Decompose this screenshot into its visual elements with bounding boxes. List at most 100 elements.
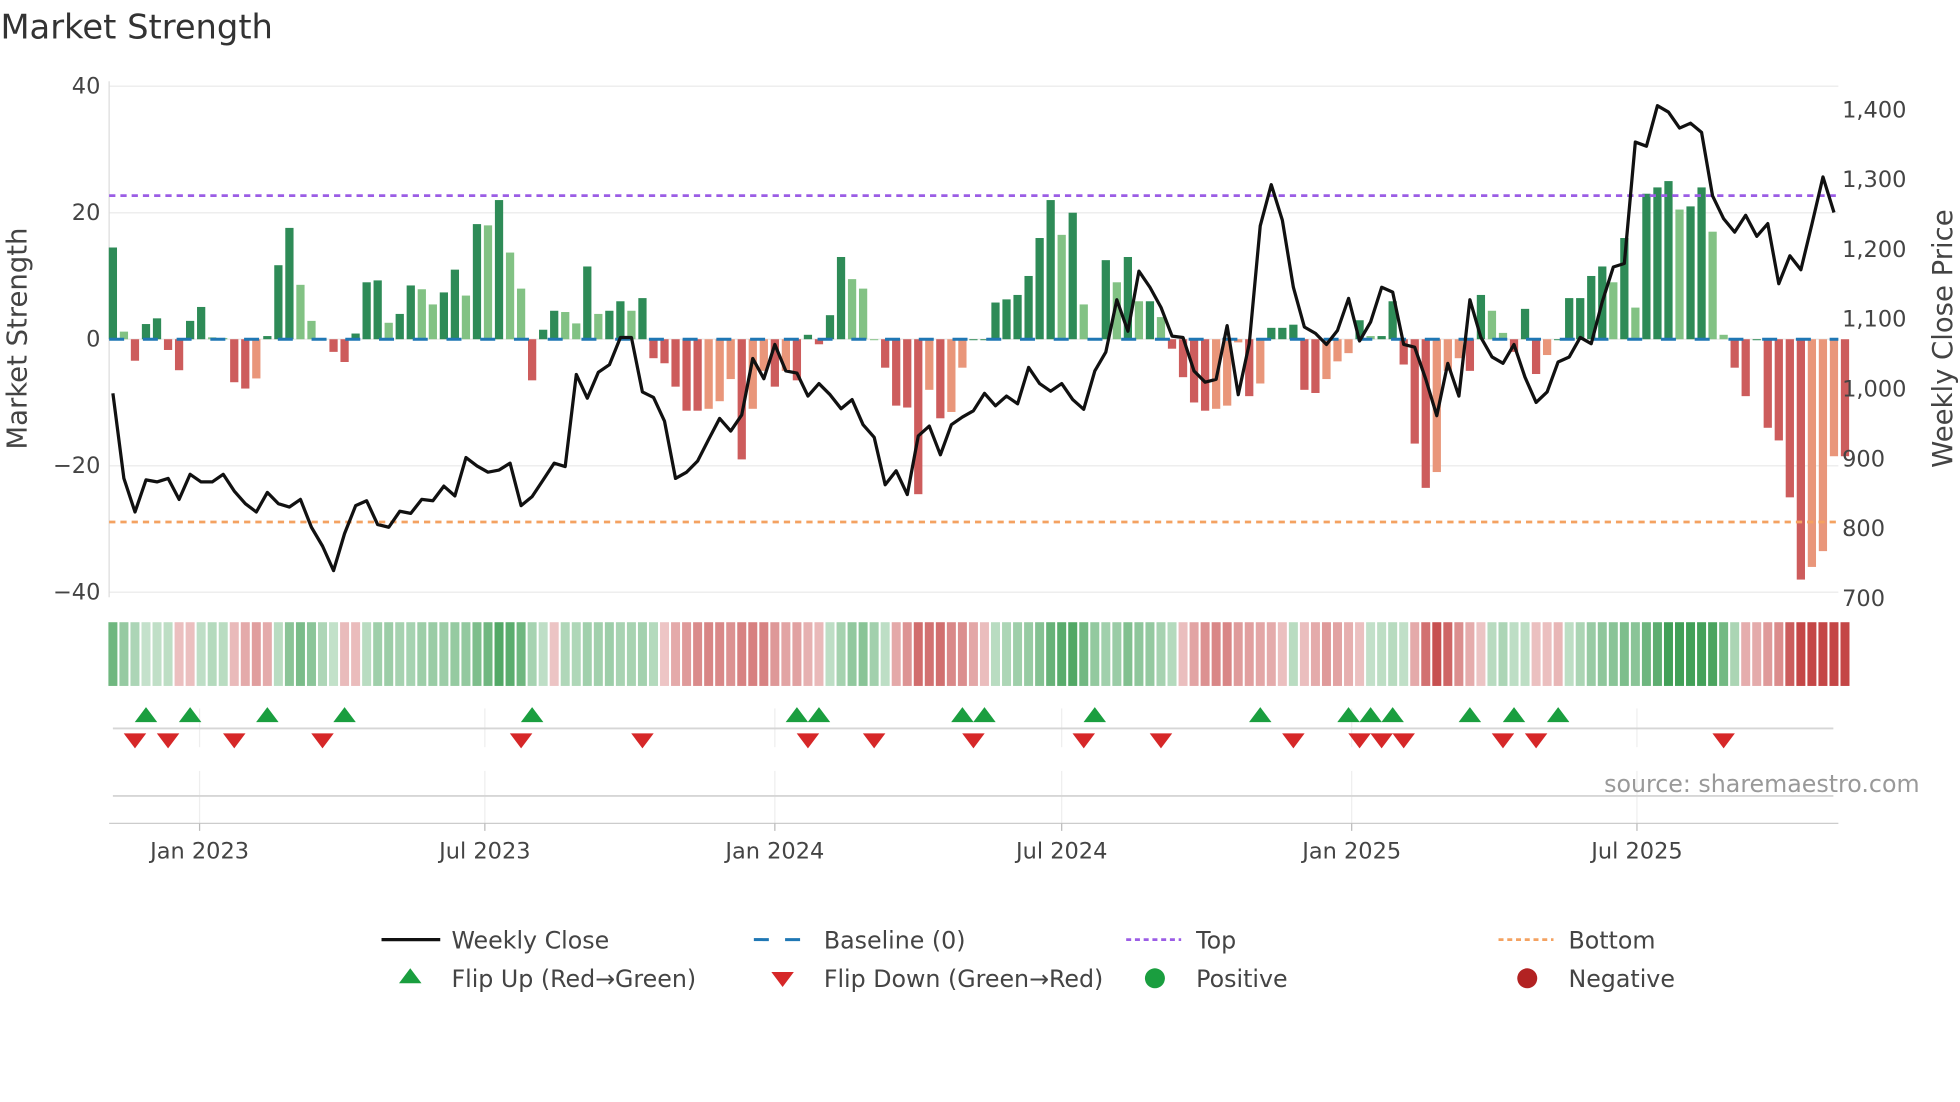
- strip-cell: [1608, 622, 1618, 686]
- strip-cell: [295, 622, 305, 686]
- strip-cell: [1597, 622, 1607, 686]
- strength-bar: [704, 339, 713, 409]
- strength-bar: [561, 312, 570, 340]
- strength-bar: [1653, 187, 1662, 340]
- strip-cell: [1222, 622, 1232, 686]
- strip-cell: [737, 622, 747, 686]
- strip-cell: [527, 622, 537, 686]
- strength-bar: [1807, 339, 1817, 567]
- strip-cell: [1575, 622, 1585, 686]
- strip-cell: [1410, 622, 1420, 686]
- strip-cell: [538, 622, 548, 686]
- strip-cell: [1641, 622, 1651, 686]
- strength-bar: [660, 339, 669, 364]
- strength-bar: [1013, 294, 1022, 340]
- strip-cell: [1310, 622, 1320, 686]
- strip-cell: [439, 622, 449, 686]
- strip-cell: [229, 622, 239, 686]
- strip-cell: [1432, 622, 1442, 686]
- strip-cell: [615, 622, 625, 686]
- strip-cell: [1112, 622, 1122, 686]
- strip-cell: [1355, 622, 1365, 686]
- strength-bar: [594, 313, 603, 340]
- strength-bar: [1068, 212, 1077, 340]
- strength-bar: [472, 224, 482, 340]
- legend-item-bottom: Bottom: [1498, 926, 1655, 954]
- strip-cell: [946, 622, 956, 686]
- strip-cell: [1145, 622, 1155, 686]
- strip-cell: [1531, 622, 1541, 686]
- strip-cell: [1796, 622, 1806, 686]
- strength-bar: [395, 313, 404, 340]
- strength-bar: [329, 339, 338, 352]
- strength-bar: [141, 324, 151, 340]
- flip-down-marker: [1491, 733, 1515, 749]
- strip-cell: [1675, 622, 1685, 686]
- legend-label: Positive: [1196, 965, 1287, 993]
- strip-cell: [1211, 622, 1221, 686]
- strip-cell: [351, 622, 361, 686]
- flip-row-gridlines: [198, 708, 1638, 824]
- strength-bar: [483, 225, 493, 340]
- strength-bar: [516, 288, 526, 340]
- strip-cell: [1123, 622, 1133, 686]
- legend-label: Weekly Close: [451, 926, 609, 954]
- y2-tick-label: 1,000: [1842, 376, 1906, 402]
- strip-cell: [560, 622, 570, 686]
- strength-bar: [1046, 200, 1055, 340]
- legend-item-close: Weekly Close: [381, 926, 609, 954]
- strip-cell: [1057, 622, 1067, 686]
- strength-bar: [439, 292, 448, 340]
- flip-up-marker: [951, 707, 974, 723]
- strip-cell: [781, 622, 791, 686]
- strength-bar: [373, 280, 382, 340]
- flip-down-marker: [1524, 733, 1548, 749]
- strip-cell: [825, 622, 835, 686]
- legend-label: Flip Up (Red→Green): [451, 965, 696, 993]
- flip-down-marker: [796, 733, 820, 749]
- strip-cell: [770, 622, 780, 686]
- strength-bar: [1002, 299, 1011, 340]
- strength-bar: [1719, 334, 1728, 340]
- strength-bar: [1520, 308, 1530, 340]
- strength-bar: [528, 339, 537, 381]
- flip-up-marker: [134, 707, 158, 723]
- strip-cell: [516, 622, 526, 686]
- strip-cell: [417, 622, 427, 686]
- left-axis-ticks: 40 20 0 −20 −40: [53, 74, 100, 606]
- strip-cell: [1366, 622, 1376, 686]
- y2-tick-label: 900: [1842, 446, 1885, 472]
- strip-cell: [1752, 622, 1762, 686]
- strip-cell: [858, 622, 868, 686]
- strip-cell: [1002, 622, 1012, 686]
- strip-cell: [792, 622, 802, 686]
- strip-cell: [1465, 622, 1475, 686]
- flip-up-marker: [1337, 707, 1360, 723]
- strip-cell: [1277, 622, 1287, 686]
- right-axis-title: Weekly Close Price: [1927, 209, 1959, 467]
- strip-cell: [119, 622, 129, 686]
- strip-cell: [924, 622, 934, 686]
- strip-cell: [1255, 622, 1265, 686]
- strip-cell: [240, 622, 250, 686]
- strip-cell: [1377, 622, 1387, 686]
- strip-cell: [450, 622, 460, 686]
- strip-cell: [1321, 622, 1331, 686]
- strength-bar: [1686, 206, 1695, 340]
- strip-cell: [273, 622, 283, 686]
- strip-cell: [1200, 622, 1210, 686]
- flip-down-marker: [862, 733, 886, 749]
- strength-bar: [958, 339, 967, 368]
- strength-bar: [572, 323, 581, 340]
- strength-bar: [1796, 339, 1805, 580]
- strip-cell: [1333, 622, 1342, 686]
- strip-cell: [1553, 622, 1563, 686]
- strength-bar: [263, 336, 272, 340]
- strip-cell: [836, 622, 846, 686]
- strip-cell: [483, 622, 493, 686]
- flip-up-icon: [399, 968, 422, 984]
- strip-cell: [637, 622, 647, 686]
- strength-bar: [1079, 304, 1088, 340]
- right-axis-ticks: 1,400 1,300 1,200 1,100 1,000 900 800 700: [1842, 97, 1906, 612]
- strength-bar: [1741, 339, 1750, 397]
